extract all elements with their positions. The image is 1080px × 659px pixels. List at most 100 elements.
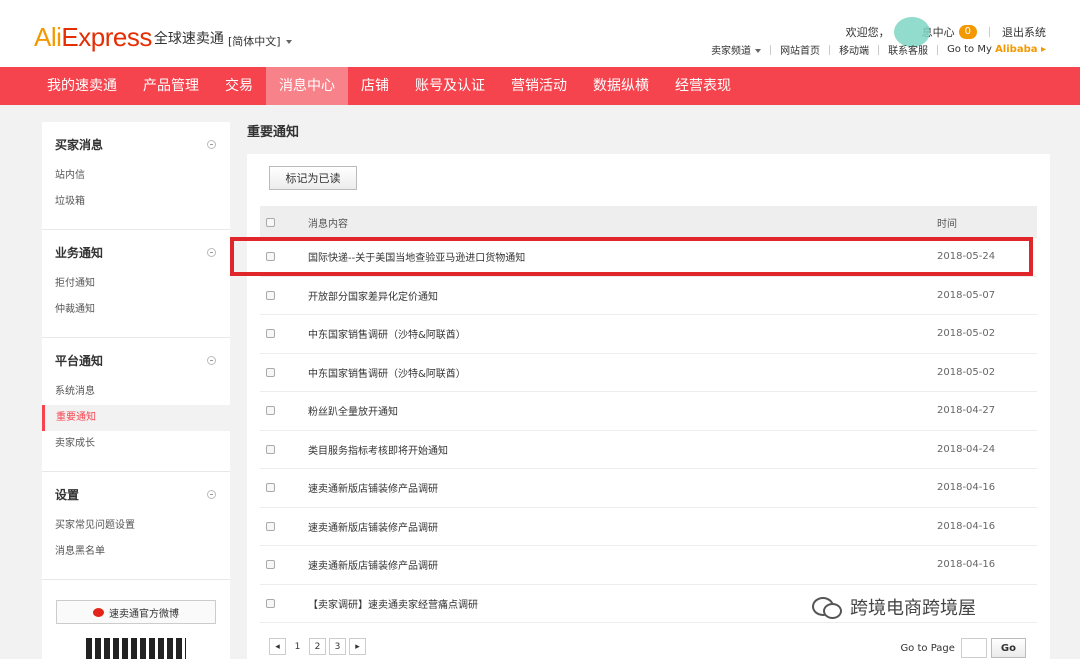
watermark: 跨境电商跨境屋 xyxy=(812,594,976,620)
sidebar-group-title[interactable]: 买家消息 xyxy=(55,136,216,153)
weibo-box: 速卖通官方微博 xyxy=(42,580,230,659)
next-page-button[interactable]: ▸ xyxy=(349,638,366,655)
notice-time: 2018-05-02 xyxy=(937,328,996,340)
table-row[interactable]: 中东国家销售调研（沙特&阿联酋） 2018-05-02 xyxy=(260,315,1037,354)
sidebar-group-buyer-messages: 买家消息 站内信 垃圾箱 xyxy=(42,122,230,230)
sidebar-item-blacklist[interactable]: 消息黑名单 xyxy=(55,539,216,565)
collapse-icon[interactable] xyxy=(207,248,216,257)
page-1[interactable]: 1 xyxy=(289,638,306,655)
nav-marketing[interactable]: 营销活动 xyxy=(498,67,580,105)
nav-orders[interactable]: 交易 xyxy=(212,67,266,105)
highlight-box xyxy=(230,237,1033,276)
nav-products[interactable]: 产品管理 xyxy=(130,67,212,105)
notice-title[interactable]: 速卖通新版店铺装修产品调研 xyxy=(308,480,937,495)
row-checkbox[interactable] xyxy=(266,598,275,608)
table-row[interactable]: 速卖通新版店铺装修产品调研 2018-04-16 xyxy=(260,546,1037,585)
header-links: 卖家频道 网站首页 移动端 联系客服 Go to My Alibaba ▸ xyxy=(711,42,1046,57)
notice-time: 2018-04-16 xyxy=(937,482,996,494)
row-checkbox[interactable] xyxy=(266,560,275,570)
go-button[interactable]: Go xyxy=(990,638,1026,658)
chevron-down-icon xyxy=(755,49,762,53)
page-number-input[interactable] xyxy=(960,638,987,658)
notice-title[interactable]: 类目服务指标考核即将开始通知 xyxy=(308,442,937,457)
homepage-link[interactable]: 网站首页 xyxy=(780,42,820,57)
notice-title[interactable]: 开放部分国家差异化定价通知 xyxy=(308,288,937,303)
row-checkbox[interactable] xyxy=(266,521,275,531)
nav-data[interactable]: 数据纵横 xyxy=(580,67,662,105)
nav-message-center[interactable]: 消息中心 xyxy=(266,67,348,105)
sidebar-item-inbox[interactable]: 站内信 xyxy=(55,163,216,189)
table-header: 消息内容 时间 xyxy=(260,206,1037,238)
page-2[interactable]: 2 xyxy=(309,638,326,655)
wechat-icon xyxy=(812,595,842,619)
go-to-page: Go to Page Go xyxy=(900,638,1026,658)
table-row[interactable]: 开放部分国家差异化定价通知 2018-05-07 xyxy=(260,277,1037,315)
nav-my-aliexpress[interactable]: 我的速卖通 xyxy=(34,67,130,105)
sidebar-group-title[interactable]: 平台通知 xyxy=(55,352,216,369)
table-row[interactable]: 类目服务指标考核即将开始通知 2018-04-24 xyxy=(260,431,1037,469)
row-checkbox[interactable] xyxy=(266,483,275,493)
aliexpress-logo[interactable]: AliExpress 全球速卖通 xyxy=(34,22,224,53)
chevron-down-icon xyxy=(285,40,292,44)
welcome-text: 欢迎您， xyxy=(845,26,890,39)
notice-time: 2018-04-16 xyxy=(937,559,996,571)
row-checkbox[interactable] xyxy=(266,367,275,377)
row-checkbox[interactable] xyxy=(266,290,275,300)
nav-store[interactable]: 店铺 xyxy=(348,67,402,105)
go-to-my-alibaba-link[interactable]: Go to My Alibaba ▸ xyxy=(947,44,1046,55)
notice-title[interactable]: 粉丝趴全量放开通知 xyxy=(308,403,937,418)
row-checkbox[interactable] xyxy=(266,406,275,416)
row-checkbox[interactable] xyxy=(266,444,275,454)
logo-subtitle: 全球速卖通 xyxy=(153,31,224,47)
notice-time: 2018-04-16 xyxy=(937,520,996,532)
table-row[interactable]: 速卖通新版店铺装修产品调研 2018-04-16 xyxy=(260,508,1037,546)
notice-time: 2018-05-07 xyxy=(937,289,996,301)
pagination: ◂ 1 2 3 ▸ xyxy=(269,638,369,655)
sidebar-group-title[interactable]: 业务通知 xyxy=(55,244,216,261)
sidebar-group-settings: 设置 买家常见问题设置 消息黑名单 xyxy=(42,472,230,580)
sidebar-item-faq-settings[interactable]: 买家常见问题设置 xyxy=(55,513,216,539)
mobile-link[interactable]: 移动端 xyxy=(839,42,869,57)
notice-title[interactable]: 中东国家销售调研（沙特&阿联酋） xyxy=(308,365,937,380)
table-row[interactable]: 中东国家销售调研（沙特&阿联酋） 2018-05-02 xyxy=(260,354,1037,392)
sidebar-item-trash[interactable]: 垃圾箱 xyxy=(55,189,216,215)
table-row[interactable]: 粉丝趴全量放开通知 2018-04-27 xyxy=(260,392,1037,431)
notice-title[interactable]: 中东国家销售调研（沙特&阿联酋） xyxy=(308,326,937,341)
weibo-icon xyxy=(93,607,104,617)
weibo-button[interactable]: 速卖通官方微博 xyxy=(56,600,216,624)
prev-page-button[interactable]: ◂ xyxy=(269,638,286,655)
main-nav: 我的速卖通 产品管理 交易 消息中心 店铺 账号及认证 营销活动 数据纵横 经营… xyxy=(0,67,1080,105)
contact-support-link[interactable]: 联系客服 xyxy=(888,42,928,57)
notice-title[interactable]: 速卖通新版店铺装修产品调研 xyxy=(308,519,937,534)
sidebar-item-system-messages[interactable]: 系统消息 xyxy=(55,379,216,405)
nav-performance[interactable]: 经营表现 xyxy=(662,67,744,105)
table-row[interactable]: 速卖通新版店铺装修产品调研 2018-04-16 xyxy=(260,469,1037,508)
notice-time: 2018-04-27 xyxy=(937,405,996,417)
sidebar-item-important-notices[interactable]: 重要通知 xyxy=(42,405,230,431)
notice-time: 2018-04-24 xyxy=(937,443,996,455)
qr-code xyxy=(86,638,186,659)
mark-as-read-button[interactable]: 标记为已读 xyxy=(269,166,357,190)
row-checkbox[interactable] xyxy=(266,329,275,339)
sidebar-item-chargeback[interactable]: 拒付通知 xyxy=(55,271,216,297)
sidebar: 买家消息 站内信 垃圾箱 业务通知 拒付通知 仲裁通知 平台通知 系统消息 重要… xyxy=(42,122,230,580)
collapse-icon[interactable] xyxy=(207,140,216,149)
column-content: 消息内容 xyxy=(308,218,348,230)
sidebar-item-seller-growth[interactable]: 卖家成长 xyxy=(55,431,216,457)
page-3[interactable]: 3 xyxy=(329,638,346,655)
notice-time: 2018-05-02 xyxy=(937,366,996,378)
logout-link[interactable]: 退出系统 xyxy=(1002,24,1046,40)
page-title: 重要通知 xyxy=(247,125,300,140)
language-selector[interactable]: [简体中文] xyxy=(228,33,292,49)
notice-title[interactable]: 速卖通新版店铺装修产品调研 xyxy=(308,557,937,572)
top-header: AliExpress 全球速卖通 [简体中文] 欢迎您， 息中心 0 退出系统 卖… xyxy=(0,0,1080,67)
message-count-badge: 0 xyxy=(958,25,977,39)
collapse-icon[interactable] xyxy=(207,490,216,499)
sidebar-item-arbitration[interactable]: 仲裁通知 xyxy=(55,297,216,323)
sidebar-group-title[interactable]: 设置 xyxy=(55,486,216,503)
nav-account[interactable]: 账号及认证 xyxy=(402,67,498,105)
sidebar-group-business: 业务通知 拒付通知 仲裁通知 xyxy=(42,230,230,338)
seller-channel-link[interactable]: 卖家频道 xyxy=(711,42,762,57)
collapse-icon[interactable] xyxy=(207,356,216,365)
select-all-checkbox[interactable] xyxy=(266,217,275,227)
